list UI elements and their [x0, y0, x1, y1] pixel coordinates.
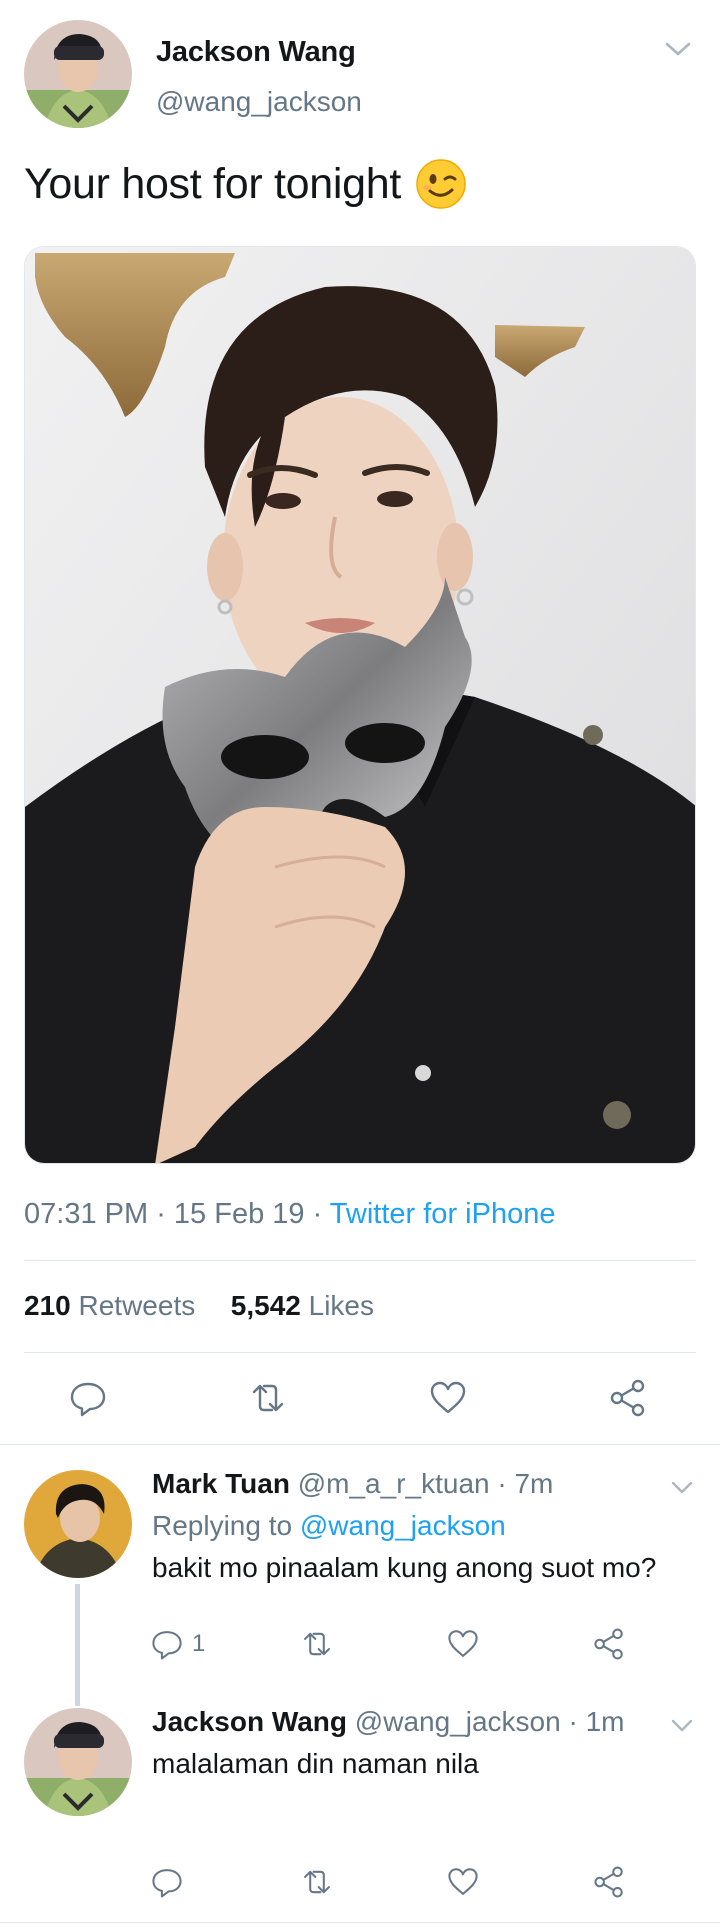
reply-author-name[interactable]: Jackson Wang [152, 1706, 347, 1737]
reply-separator: · [497, 1468, 515, 1499]
retweet-icon [304, 1870, 330, 1894]
tweet-time: 07:31 PM [24, 1198, 149, 1230]
reply-icon [70, 1382, 106, 1417]
tweet-source-link[interactable]: Twitter for iPhone [330, 1198, 556, 1230]
chevron-down-icon[interactable] [670, 1718, 694, 1734]
replying-to-mention[interactable]: @wang_jackson [300, 1510, 506, 1541]
tweet-text: Your host for tonight [24, 158, 467, 210]
chevron-down-icon[interactable] [670, 1480, 694, 1496]
replying-to-label: Replying to [152, 1510, 293, 1541]
likes-label: Likes [308, 1290, 375, 1321]
divider [24, 1352, 696, 1353]
reply-header: Mark Tuan @m_a_r_ktuan · 7m [152, 1468, 553, 1500]
reply-header: Jackson Wang @wang_jackson · 1m [152, 1706, 624, 1738]
retweet-button[interactable] [300, 1622, 344, 1666]
tweet-stats: 210 Retweets 5,542 Likes [24, 1290, 374, 1322]
share-button[interactable] [592, 1622, 636, 1666]
share-icon [594, 1866, 623, 1898]
replying-to: Replying to @wang_jackson [152, 1510, 506, 1542]
reply-button[interactable] [68, 1376, 112, 1420]
reply-author-name[interactable]: Mark Tuan [152, 1468, 290, 1499]
reply-actions [0, 1860, 720, 1904]
author-avatar[interactable] [24, 20, 132, 128]
retweet-icon [304, 1632, 330, 1656]
reply-text: malalaman din naman nila [152, 1748, 479, 1779]
like-button[interactable] [446, 1622, 490, 1666]
reply-separator: · [568, 1706, 586, 1737]
section-divider [0, 1922, 720, 1923]
tweet-header: Jackson Wang @wang_jackson [24, 20, 696, 130]
retweets-label: Retweets [78, 1290, 196, 1321]
like-icon [448, 1868, 478, 1895]
tweet-actions [0, 1376, 720, 1420]
winking-face-icon [416, 159, 466, 209]
like-icon [448, 1630, 478, 1657]
like-button[interactable] [428, 1376, 472, 1420]
author-handle[interactable]: @wang_jackson [156, 86, 362, 118]
retweets-count: 210 [24, 1290, 71, 1321]
reply-count: 1 [192, 1630, 206, 1657]
likes-stat[interactable]: 5,542 Likes [231, 1290, 374, 1321]
like-button[interactable] [446, 1860, 490, 1904]
like-icon [430, 1381, 466, 1414]
reply-author-handle[interactable]: @wang_jackson [355, 1706, 561, 1737]
share-button[interactable] [592, 1860, 636, 1904]
reply-time: 1m [585, 1706, 625, 1737]
share-icon [610, 1379, 645, 1417]
retweets-stat[interactable]: 210 Retweets [24, 1290, 195, 1321]
meta-separator: · [312, 1198, 330, 1230]
reply-button[interactable] [150, 1860, 194, 1904]
chevron-down-icon[interactable] [664, 40, 692, 58]
reply-icon [152, 1631, 182, 1660]
reply-time: 7m [514, 1468, 554, 1499]
retweet-button[interactable] [300, 1860, 344, 1904]
tweet-timestamp: 07:31 PM · 15 Feb 19 · Twitter for iPhon… [24, 1198, 555, 1231]
share-button[interactable] [608, 1376, 652, 1420]
reply-actions: 1 [0, 1622, 720, 1666]
retweet-icon [252, 1384, 284, 1412]
reply-avatar[interactable] [24, 1470, 132, 1578]
share-icon [594, 1628, 623, 1660]
retweet-button[interactable] [248, 1376, 292, 1420]
reply-avatar[interactable] [24, 1708, 132, 1816]
reply-author-handle[interactable]: @m_a_r_ktuan [298, 1468, 490, 1499]
tweet-text-content: Your host for tonight [24, 159, 401, 208]
reply-button[interactable]: 1 [150, 1622, 230, 1666]
section-divider [0, 1444, 720, 1445]
reply-text: bakit mo pinaalam kung anong suot mo? [152, 1552, 657, 1583]
likes-count: 5,542 [230, 1290, 301, 1321]
meta-separator: · [156, 1198, 174, 1230]
tweet-photo[interactable] [24, 246, 696, 1164]
tweet-date: 15 Feb 19 [173, 1198, 305, 1230]
author-name[interactable]: Jackson Wang [156, 36, 356, 69]
reply-icon [152, 1869, 182, 1898]
divider [24, 1260, 696, 1261]
